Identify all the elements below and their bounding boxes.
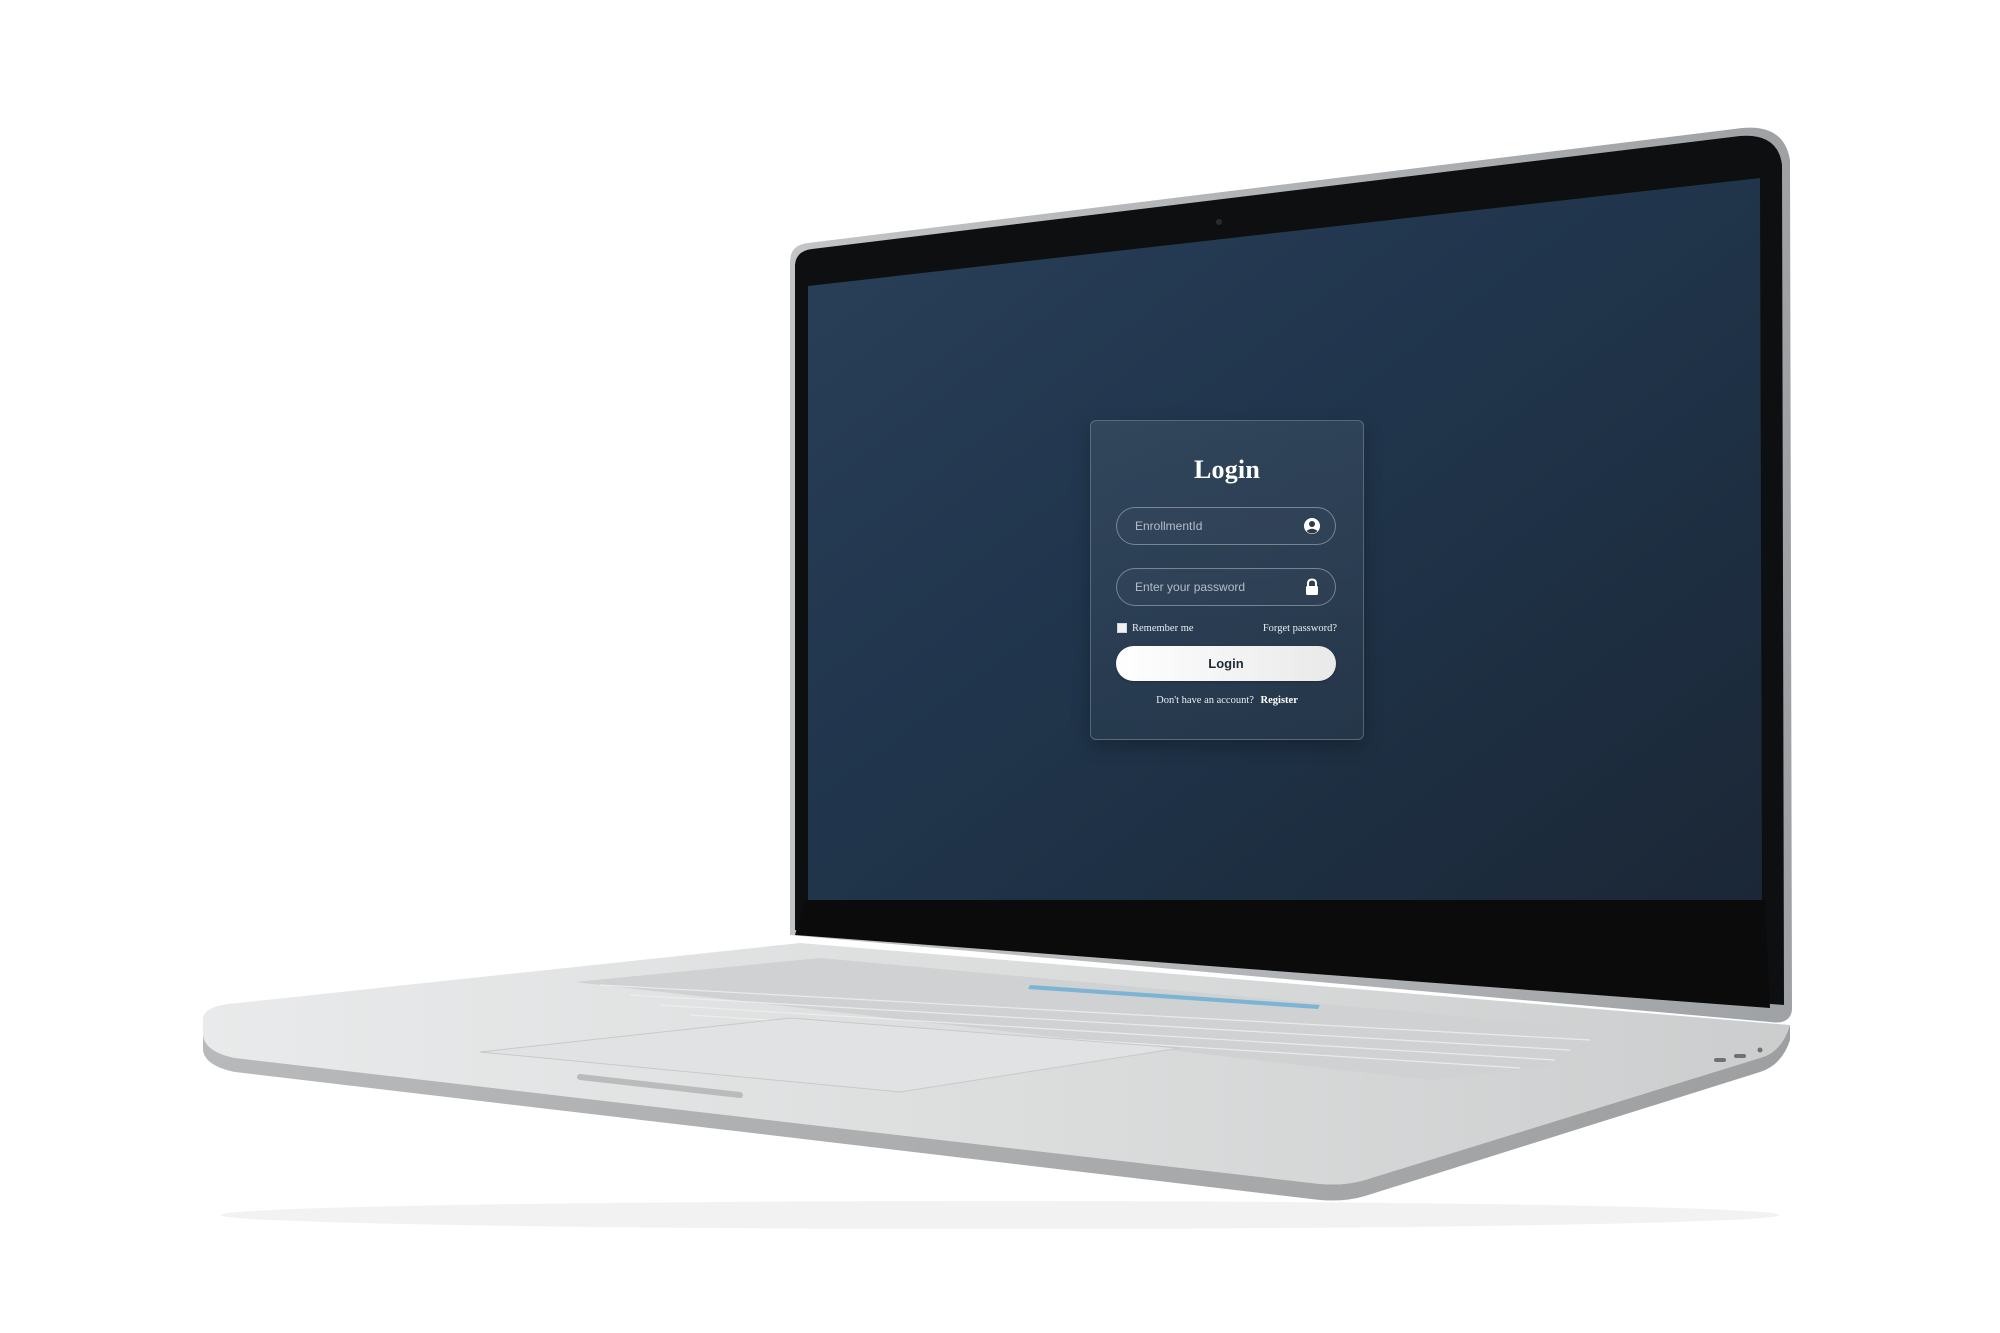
password-input[interactable]	[1117, 569, 1299, 605]
login-button[interactable]: Login	[1116, 646, 1336, 681]
enrollment-input[interactable]	[1117, 508, 1299, 544]
options-row: Remember me Forget password?	[1117, 620, 1337, 636]
user-circle-icon	[1299, 513, 1325, 539]
screen-ui: Login EnrollmentId Remember me Forget pa…	[810, 205, 1760, 905]
register-prompt: Don't have an account?	[1156, 695, 1254, 706]
login-card: Login EnrollmentId Remember me Forget pa…	[1090, 420, 1364, 740]
forgot-password-link[interactable]: Forget password?	[1263, 623, 1337, 634]
register-row: Don't have an account? Register	[1091, 695, 1363, 706]
ground-shadow	[220, 1201, 1780, 1229]
remember-me[interactable]: Remember me	[1117, 623, 1194, 634]
laptop-mockup-scene: Login EnrollmentId Remember me Forget pa…	[0, 0, 2000, 1333]
register-link[interactable]: Register	[1261, 695, 1298, 706]
enrollment-field[interactable]	[1116, 507, 1336, 545]
lock-icon	[1299, 574, 1325, 600]
remember-label: Remember me	[1132, 622, 1194, 634]
login-title: Login	[1193, 455, 1261, 484]
remember-checkbox[interactable]	[1117, 623, 1127, 633]
password-field[interactable]	[1116, 568, 1336, 606]
